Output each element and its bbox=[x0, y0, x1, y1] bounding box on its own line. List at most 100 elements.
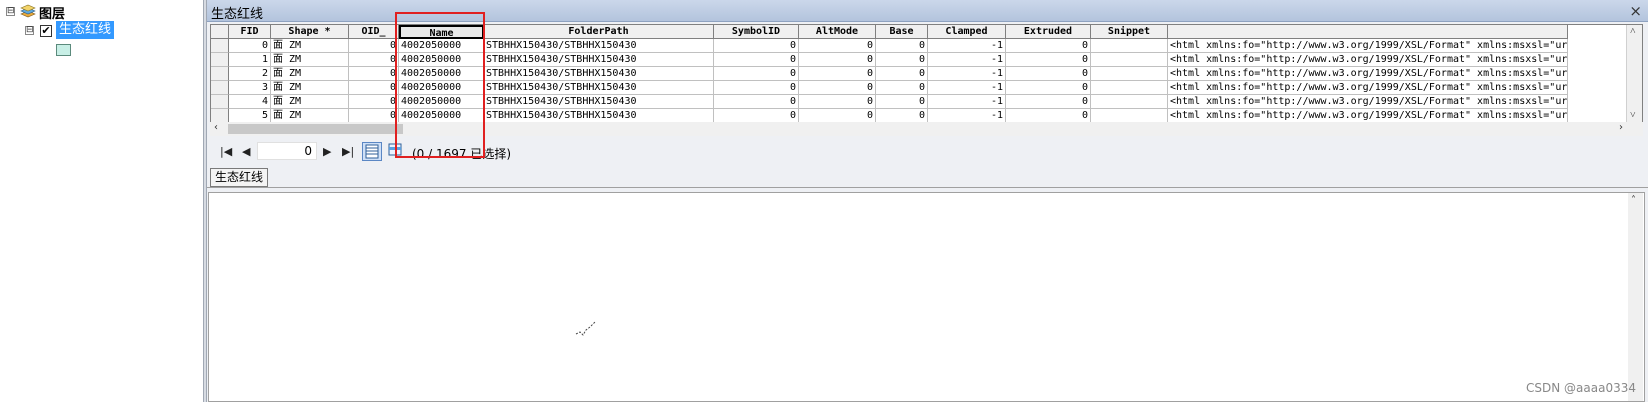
table-cell[interactable]: 2 bbox=[229, 67, 271, 81]
column-header-name[interactable]: Name bbox=[399, 25, 484, 39]
scroll-up-icon[interactable]: ˄ bbox=[1630, 26, 1636, 37]
grid-vertical-scrollbar[interactable]: ˄ ˅ bbox=[1626, 25, 1642, 122]
table-cell[interactable]: 面 ZM bbox=[271, 67, 349, 81]
show-all-records-icon[interactable] bbox=[362, 142, 382, 161]
table-cell[interactable]: 0 bbox=[1006, 81, 1091, 95]
table-cell[interactable]: 0 bbox=[799, 95, 876, 109]
table-cell[interactable]: 0 bbox=[714, 67, 799, 81]
row-selector[interactable] bbox=[211, 109, 229, 122]
table-cell[interactable]: 0 bbox=[876, 81, 928, 95]
last-record-icon[interactable]: ▶| bbox=[342, 145, 354, 158]
row-selector[interactable] bbox=[211, 53, 229, 67]
table-cell[interactable]: 0 bbox=[876, 109, 928, 122]
record-number-input[interactable]: 0 bbox=[257, 142, 317, 160]
table-cell[interactable] bbox=[1091, 67, 1168, 81]
table-cell[interactable]: STBHHX150430/STBHHX150430 bbox=[484, 95, 714, 109]
column-header-fid[interactable]: FID bbox=[229, 25, 271, 39]
table-cell[interactable]: 0 bbox=[799, 109, 876, 122]
table-cell[interactable]: 4002050000 bbox=[399, 53, 484, 67]
table-cell[interactable]: 0 bbox=[799, 53, 876, 67]
table-cell[interactable]: <html xmlns:fo="http://www.w3.org/1999/X… bbox=[1168, 95, 1568, 109]
table-cell[interactable]: 0 bbox=[1006, 109, 1091, 122]
table-cell[interactable]: 0 bbox=[799, 67, 876, 81]
column-header-folderpath[interactable]: FolderPath bbox=[484, 25, 714, 39]
table-cell[interactable]: 0 bbox=[1006, 95, 1091, 109]
table-cell[interactable]: <html xmlns:fo="http://www.w3.org/1999/X… bbox=[1168, 67, 1568, 81]
table-cell[interactable]: 0 bbox=[714, 53, 799, 67]
scroll-left-icon[interactable]: ‹ bbox=[214, 122, 218, 133]
table-cell[interactable]: 0 bbox=[229, 39, 271, 53]
first-record-icon[interactable]: |◀ bbox=[220, 145, 232, 158]
column-header-shape[interactable]: Shape * bbox=[271, 25, 349, 39]
table-cell[interactable]: 4002050000 bbox=[399, 67, 484, 81]
table-cell[interactable]: 4002050000 bbox=[399, 95, 484, 109]
table-cell[interactable]: 0 bbox=[799, 81, 876, 95]
table-cell[interactable]: 0 bbox=[349, 53, 399, 67]
table-cell[interactable]: -1 bbox=[928, 95, 1006, 109]
row-selector[interactable] bbox=[211, 67, 229, 81]
table-cell[interactable]: -1 bbox=[928, 81, 1006, 95]
map-view[interactable]: ˄ CSDN @aaaa0334 bbox=[208, 192, 1645, 402]
scroll-down-icon[interactable]: ˅ bbox=[1630, 110, 1636, 121]
row-selector[interactable] bbox=[211, 39, 229, 53]
previous-record-icon[interactable]: ◀ bbox=[242, 145, 250, 158]
map-vertical-scrollbar[interactable]: ˄ bbox=[1628, 193, 1643, 401]
table-cell[interactable]: -1 bbox=[928, 39, 1006, 53]
scroll-up-icon[interactable]: ˄ bbox=[1631, 195, 1636, 206]
table-cell[interactable]: 面 ZM bbox=[271, 53, 349, 67]
table-cell[interactable]: 0 bbox=[714, 39, 799, 53]
table-cell[interactable]: 0 bbox=[714, 81, 799, 95]
column-header-blank[interactable] bbox=[1168, 25, 1568, 39]
tab-layer-table[interactable]: 生态红线 bbox=[210, 168, 269, 187]
column-header-base[interactable]: Base bbox=[876, 25, 928, 39]
table-cell[interactable]: 5 bbox=[229, 109, 271, 122]
table-cell[interactable]: 0 bbox=[349, 81, 399, 95]
column-header-snippet[interactable]: Snippet bbox=[1091, 25, 1168, 39]
table-cell[interactable]: -1 bbox=[928, 67, 1006, 81]
table-cell[interactable]: STBHHX150430/STBHHX150430 bbox=[484, 81, 714, 95]
table-cell[interactable]: 0 bbox=[876, 67, 928, 81]
table-cell[interactable]: 4 bbox=[229, 95, 271, 109]
table-cell[interactable]: 面 ZM bbox=[271, 39, 349, 53]
table-cell[interactable]: 0 bbox=[876, 53, 928, 67]
table-cell[interactable]: 4002050000 bbox=[399, 81, 484, 95]
table-cell[interactable]: 面 ZM bbox=[271, 81, 349, 95]
scroll-right-icon[interactable]: › bbox=[1619, 122, 1623, 133]
collapse-layer-icon[interactable]: ⊟ bbox=[25, 26, 34, 35]
close-icon[interactable]: × bbox=[1629, 2, 1642, 20]
table-cell[interactable]: 0 bbox=[876, 95, 928, 109]
table-cell[interactable]: 0 bbox=[714, 95, 799, 109]
table-cell[interactable]: -1 bbox=[928, 53, 1006, 67]
table-cell[interactable]: 0 bbox=[1006, 53, 1091, 67]
table-cell[interactable] bbox=[1091, 53, 1168, 67]
layer-visibility-checkbox[interactable]: ✔ bbox=[40, 25, 52, 37]
table-cell[interactable]: 0 bbox=[349, 39, 399, 53]
table-cell[interactable]: STBHHX150430/STBHHX150430 bbox=[484, 67, 714, 81]
table-cell[interactable]: 0 bbox=[349, 109, 399, 122]
collapse-root-icon[interactable]: ⊟ bbox=[6, 7, 15, 16]
table-cell[interactable]: 4002050000 bbox=[399, 109, 484, 122]
row-selector[interactable] bbox=[211, 95, 229, 109]
table-cell[interactable]: STBHHX150430/STBHHX150430 bbox=[484, 53, 714, 67]
table-cell[interactable]: 0 bbox=[349, 67, 399, 81]
grid-corner[interactable] bbox=[211, 25, 229, 39]
table-cell[interactable]: -1 bbox=[928, 109, 1006, 122]
column-header-clamped[interactable]: Clamped bbox=[928, 25, 1006, 39]
next-record-icon[interactable]: ▶ bbox=[323, 145, 331, 158]
table-cell[interactable]: STBHHX150430/STBHHX150430 bbox=[484, 39, 714, 53]
table-cell[interactable]: 0 bbox=[1006, 67, 1091, 81]
column-header-symbolid[interactable]: SymbolID bbox=[714, 25, 799, 39]
table-cell[interactable]: <html xmlns:fo="http://www.w3.org/1999/X… bbox=[1168, 39, 1568, 53]
column-header-altmode[interactable]: AltMode bbox=[799, 25, 876, 39]
table-cell[interactable]: 面 ZM bbox=[271, 95, 349, 109]
table-cell[interactable]: 3 bbox=[229, 81, 271, 95]
row-selector[interactable] bbox=[211, 81, 229, 95]
table-cell[interactable]: STBHHX150430/STBHHX150430 bbox=[484, 109, 714, 122]
horizontal-scrollbar[interactable]: ‹ › bbox=[210, 122, 1643, 136]
table-cell[interactable]: 0 bbox=[876, 39, 928, 53]
table-cell[interactable] bbox=[1091, 109, 1168, 122]
table-cell[interactable]: 0 bbox=[714, 109, 799, 122]
table-cell[interactable]: 面 ZM bbox=[271, 109, 349, 122]
table-cell[interactable]: 0 bbox=[349, 95, 399, 109]
table-cell[interactable]: 0 bbox=[799, 39, 876, 53]
